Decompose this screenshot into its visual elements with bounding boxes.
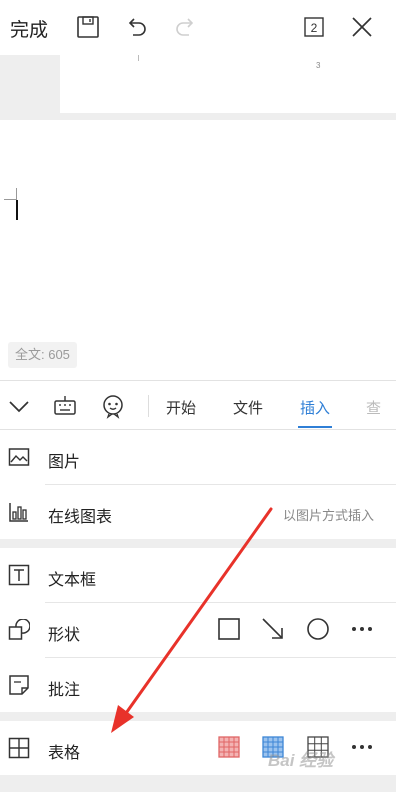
picture-icon xyxy=(8,446,30,468)
tab-review[interactable]: 查 xyxy=(366,397,381,418)
document-editor[interactable]: 全文: 605 xyxy=(0,117,396,377)
tab-insert[interactable]: 插入 xyxy=(300,397,330,418)
textbox-icon xyxy=(8,564,30,586)
toolbar-separator xyxy=(148,395,149,417)
bottom-gap xyxy=(0,775,396,792)
word-count-badge: 全文: 605 xyxy=(8,342,77,368)
watermark: Bai 经验 xyxy=(268,751,334,770)
shape-icon xyxy=(8,619,30,641)
text-cursor xyxy=(16,200,18,220)
insert-table-label: 表格 xyxy=(48,745,81,762)
undo-icon[interactable] xyxy=(122,13,150,41)
active-tab-indicator xyxy=(298,426,332,428)
insert-textbox-item[interactable]: 文本框 xyxy=(0,548,396,602)
insert-picture-item[interactable]: 图片 xyxy=(0,430,396,484)
save-icon[interactable] xyxy=(74,13,102,41)
insert-picture-label: 图片 xyxy=(48,454,81,471)
top-bar: 完成 2 xyxy=(0,0,396,55)
circle-shape-icon[interactable] xyxy=(304,615,332,643)
arrow-line-shape-icon[interactable] xyxy=(259,615,287,643)
table-icon xyxy=(8,737,30,759)
more-shapes-icon[interactable] xyxy=(348,615,376,643)
margin-tick xyxy=(138,55,139,61)
insert-textbox-label: 文本框 xyxy=(48,572,97,589)
tab-file[interactable]: 文件 xyxy=(233,397,263,418)
square-shape-icon[interactable] xyxy=(215,615,243,643)
insert-as-picture-hint: 以图片方式插入 xyxy=(282,508,374,523)
more-table-styles-icon[interactable] xyxy=(348,733,376,761)
page-number: 3 xyxy=(316,61,321,70)
collapse-icon[interactable] xyxy=(6,393,32,419)
insert-online-chart-label: 在线图表 xyxy=(48,509,113,526)
keyboard-icon[interactable] xyxy=(52,393,78,419)
bar-chart-icon xyxy=(8,501,30,523)
section-gap xyxy=(0,539,396,548)
done-button[interactable]: 完成 xyxy=(10,15,48,42)
insert-shape-item[interactable]: 形状 xyxy=(0,603,396,657)
section-gap xyxy=(0,712,396,721)
comment-icon xyxy=(8,674,30,696)
redo-icon[interactable] xyxy=(172,13,200,41)
bottom-toolbar: 开始 文件 插入 查 xyxy=(0,380,396,430)
close-icon[interactable] xyxy=(348,13,376,41)
insert-table-item[interactable]: 表格 xyxy=(0,721,396,775)
page-preview: 3 xyxy=(0,55,396,117)
insert-comment-label: 批注 xyxy=(48,682,81,699)
page-count-icon[interactable]: 2 xyxy=(300,13,328,41)
page-sheet: 3 xyxy=(60,55,396,113)
voice-assistant-icon[interactable] xyxy=(100,393,126,419)
margin-corner-mark-vertical xyxy=(16,188,17,200)
insert-comment-item[interactable]: 批注 xyxy=(0,658,396,712)
insert-shape-label: 形状 xyxy=(48,627,81,644)
red-table-style-icon[interactable] xyxy=(215,733,243,761)
page-count-value: 2 xyxy=(311,21,318,35)
insert-online-chart-item[interactable]: 在线图表 以图片方式插入 xyxy=(0,485,396,539)
tab-start[interactable]: 开始 xyxy=(166,397,196,418)
